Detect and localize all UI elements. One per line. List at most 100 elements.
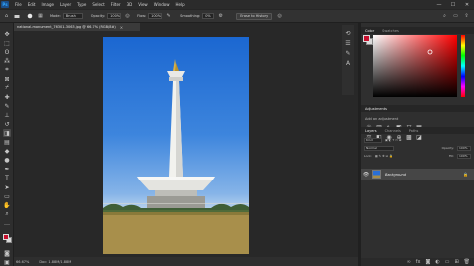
fill-field[interactable]: 100%	[457, 153, 471, 159]
brush-icon[interactable]: ✎	[3, 102, 11, 110]
layer-kind-filter[interactable]: Kind	[364, 137, 382, 143]
tab-swatches[interactable]: Swatches	[378, 29, 403, 33]
layer-opacity-label: Opacity:	[441, 146, 454, 150]
lock-label: Lock:	[364, 154, 372, 158]
history-panel-icon[interactable]: ⟲	[344, 29, 352, 37]
hue-slider[interactable]	[461, 35, 465, 97]
status-bar: 66.67% Doc: 1.88M/1.88M	[14, 257, 358, 266]
search-icon[interactable]: ⌕	[441, 13, 448, 20]
history-brush-icon[interactable]: ↺	[3, 120, 11, 128]
crop-icon[interactable]: ⌗	[3, 66, 11, 74]
layer-row-background[interactable]: 👁 Background 🔒	[361, 169, 474, 180]
clone-stamp-icon[interactable]: ⊥	[3, 111, 11, 119]
workspace-icon[interactable]: ▭	[452, 13, 459, 20]
close-window-button[interactable]: ✕	[460, 0, 474, 9]
visibility-eye-icon[interactable]: 👁	[362, 172, 370, 178]
color-picker-field[interactable]	[373, 35, 457, 97]
color-panel-tabs: Color Swatches	[361, 27, 474, 34]
menu-type[interactable]: Type	[77, 2, 86, 7]
more-tools-icon[interactable]: …	[3, 219, 11, 227]
menu-window[interactable]: Window	[154, 2, 170, 7]
options-bar: ⌂ ▦ Mode: Brush Opacity: 100% ◎ Flow: 10…	[0, 9, 474, 23]
new-layer-icon[interactable]: ⊞	[454, 259, 458, 265]
blend-mode-select[interactable]: Normal	[364, 145, 394, 151]
lock-icons[interactable]: ▦ ✎ ✥ ⊡ 🔒	[375, 154, 393, 158]
path-select-icon[interactable]: ➤	[3, 183, 11, 191]
pressure-opacity-icon[interactable]: ◎	[124, 13, 131, 20]
move-icon[interactable]: ✥	[3, 30, 11, 38]
layer-opacity-field[interactable]: 100%	[457, 145, 471, 151]
doc-info[interactable]: Doc: 1.88M/1.88M	[39, 260, 71, 264]
marquee-icon[interactable]: ⬚	[3, 39, 11, 47]
brush-settings-icon[interactable]: ▦	[37, 13, 44, 20]
tab-layers[interactable]: Layers	[361, 129, 381, 133]
layer-lock-icon[interactable]: 🔒	[463, 172, 468, 177]
new-group-icon[interactable]: ▭	[445, 259, 450, 265]
quick-select-icon[interactable]: ⁂	[3, 57, 11, 65]
menu-view[interactable]: View	[138, 2, 148, 7]
pressure-size-icon[interactable]: ◎	[276, 13, 283, 20]
color-panel-foreground-swatch[interactable]	[363, 35, 370, 42]
document-tab[interactable]: national-monument_76301-3063.jpg @ 66.7%…	[14, 23, 140, 31]
tab-color[interactable]: Color	[361, 29, 378, 33]
home-icon[interactable]: ⌂	[3, 13, 10, 20]
delete-layer-icon[interactable]: 🗑	[464, 259, 470, 265]
menu-edit[interactable]: Edit	[28, 2, 36, 7]
rectangle-icon[interactable]: ▭	[3, 192, 11, 200]
eyedropper-icon[interactable]: ⌿	[3, 84, 11, 92]
layer-name[interactable]: Background	[385, 173, 406, 177]
menu-file[interactable]: File	[15, 2, 22, 7]
filter-icons[interactable]: ▣ ◐ T ▭ ⊞	[385, 138, 401, 142]
menu-3d[interactable]: 3D	[127, 2, 133, 7]
brushes-panel-icon[interactable]: ✎	[344, 49, 352, 57]
tab-paths[interactable]: Paths	[405, 129, 423, 133]
properties-panel-icon[interactable]: ☰	[344, 39, 352, 47]
screen-mode-icon[interactable]: ▣	[3, 258, 11, 266]
zoom-level[interactable]: 66.67%	[16, 260, 29, 264]
eraser-tool-preset-icon[interactable]	[13, 13, 20, 20]
gradient-icon[interactable]: ▤	[3, 138, 11, 146]
minimize-button[interactable]: —	[432, 0, 446, 9]
quick-mask-icon[interactable]: ◙	[3, 249, 11, 257]
add-mask-icon[interactable]: ◙	[425, 259, 430, 265]
character-panel-icon[interactable]: A	[344, 59, 352, 67]
type-icon[interactable]: T	[3, 174, 11, 182]
smoothing-field[interactable]: 0%	[202, 13, 215, 19]
blur-icon[interactable]: ◆	[3, 147, 11, 155]
opacity-field[interactable]: 100%	[107, 13, 122, 19]
eraser-icon[interactable]: ◨	[3, 129, 11, 137]
new-adjustment-layer-icon[interactable]: ◐	[435, 259, 439, 265]
close-tab-icon[interactable]: ×	[120, 25, 123, 30]
maximize-button[interactable]: ☐	[446, 0, 460, 9]
photo-national-monument[interactable]	[103, 37, 249, 254]
hand-icon[interactable]: ✋	[3, 201, 11, 209]
airbrush-icon[interactable]: ✎	[165, 13, 172, 20]
foreground-color-swatch[interactable]	[3, 234, 9, 240]
menu-layer[interactable]: Layer	[60, 2, 71, 7]
add-adjustment-label: Add an adjustment	[365, 117, 399, 121]
adjustments-panel-tabs: Adjustments	[361, 105, 474, 112]
menu-select[interactable]: Select	[92, 2, 104, 7]
tab-adjustments[interactable]: Adjustments	[361, 107, 391, 111]
layers-footer: ∞ fx ◙ ◐ ▭ ⊞ 🗑	[361, 258, 474, 266]
menu-help[interactable]: Help	[175, 2, 184, 7]
tools-panel: ✥ ⬚ ʘ ⁂ ⌗ ⊠ ⌿ ✚ ✎ ⊥ ↺ ◨ ▤ ◆ ● ✒ T ➤ ▭ ✋ …	[0, 23, 14, 266]
menu-filter[interactable]: Filter	[111, 2, 121, 7]
smoothing-options-icon[interactable]: ⚙	[217, 13, 224, 20]
healing-brush-icon[interactable]: ✚	[3, 93, 11, 101]
mode-select[interactable]: Brush	[62, 13, 83, 19]
erase-to-history-button[interactable]: Erase to History	[236, 12, 273, 20]
dodge-icon[interactable]: ●	[3, 156, 11, 164]
tab-channels[interactable]: Channels	[381, 129, 405, 133]
share-icon[interactable]: ⇪	[463, 13, 470, 20]
layer-style-icon[interactable]: fx	[416, 259, 421, 265]
zoom-icon[interactable]: ⌕	[3, 210, 11, 218]
menu-image[interactable]: Image	[41, 2, 54, 7]
frame-icon[interactable]: ⊠	[3, 75, 11, 83]
lasso-icon[interactable]: ʘ	[3, 48, 11, 56]
brush-preset-picker-icon[interactable]	[26, 13, 33, 20]
link-layers-icon[interactable]: ∞	[407, 259, 411, 265]
pen-icon[interactable]: ✒	[3, 165, 11, 173]
mode-label: Mode:	[50, 14, 61, 18]
flow-field[interactable]: 100%	[148, 13, 163, 19]
